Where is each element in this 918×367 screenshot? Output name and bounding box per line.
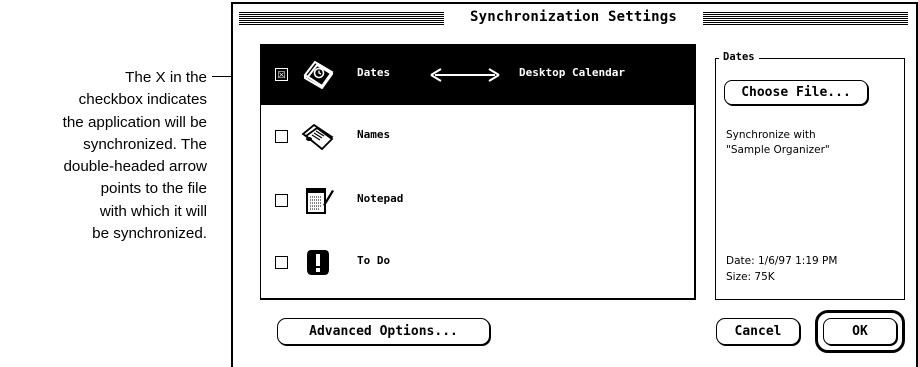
default-button-ring: OK — [815, 310, 905, 353]
title-bar-stripes-left — [239, 12, 444, 26]
details-group: Dates Choose File... Synchronize with "S… — [715, 51, 905, 300]
list-item-label: Notepad — [357, 192, 404, 205]
todo-checkbox[interactable] — [275, 256, 288, 269]
cancel-button[interactable]: Cancel — [716, 318, 800, 345]
exclamation-icon — [301, 247, 335, 277]
double-arrow-icon — [429, 65, 501, 85]
file-size: Size: 75K — [726, 271, 775, 283]
group-legend: Dates — [719, 51, 759, 63]
callout-line: the application will be — [62, 113, 207, 131]
notepad-icon — [301, 185, 335, 215]
list-item-todo[interactable]: To Do — [261, 233, 694, 293]
window-title: Synchronization Settings — [469, 9, 678, 25]
list-item-dates[interactable]: ☒ Dates Desktop Calendar — [261, 45, 694, 105]
sync-target-name: Desktop Calendar — [519, 66, 625, 79]
calendar-icon — [301, 59, 335, 90]
sync-text-line: "Sample Organizer" — [726, 144, 830, 156]
callout-line: with which it will — [99, 202, 207, 220]
names-checkbox[interactable] — [275, 130, 288, 143]
ok-button[interactable]: OK — [823, 318, 897, 345]
choose-file-button[interactable]: Choose File... — [724, 80, 868, 105]
callout-text: The X in the checkbox indicates the appl… — [0, 67, 207, 245]
callout-line: points to the file — [100, 180, 207, 198]
advanced-options-button[interactable]: Advanced Options... — [277, 318, 490, 345]
callout-line: checkbox indicates — [78, 91, 207, 109]
sync-settings-dialog: Synchronization Settings ☒ Dates Desktop… — [231, 2, 918, 367]
list-item-label: To Do — [357, 254, 391, 267]
notepad-checkbox[interactable] — [275, 194, 288, 207]
list-item-names[interactable]: Names — [261, 107, 694, 167]
sync-text-line: Synchronize with — [726, 129, 816, 141]
callout-line: double-headed arrow — [63, 158, 207, 176]
title-bar[interactable]: Synchronization Settings — [233, 4, 916, 36]
callout-line: synchronized. The — [83, 135, 207, 153]
list-item-notepad[interactable]: Notepad — [261, 171, 694, 231]
callout-line: be synchronized. — [92, 225, 207, 243]
dates-checkbox[interactable]: ☒ — [275, 67, 288, 81]
sync-description: Synchronize with "Sample Organizer" — [726, 128, 830, 158]
list-item-label: Dates — [357, 66, 391, 79]
file-info: Date: 1/6/97 1:19 PM Size: 75K — [726, 253, 837, 285]
title-bar-stripes-right — [703, 12, 908, 26]
address-cards-icon — [301, 121, 335, 151]
callout-line: The X in the — [125, 69, 207, 86]
file-date: Date: 1/6/97 1:19 PM — [726, 255, 838, 267]
application-list: ☒ Dates Desktop Calendar Names Notepad T… — [260, 44, 696, 300]
list-item-label: Names — [357, 128, 391, 141]
